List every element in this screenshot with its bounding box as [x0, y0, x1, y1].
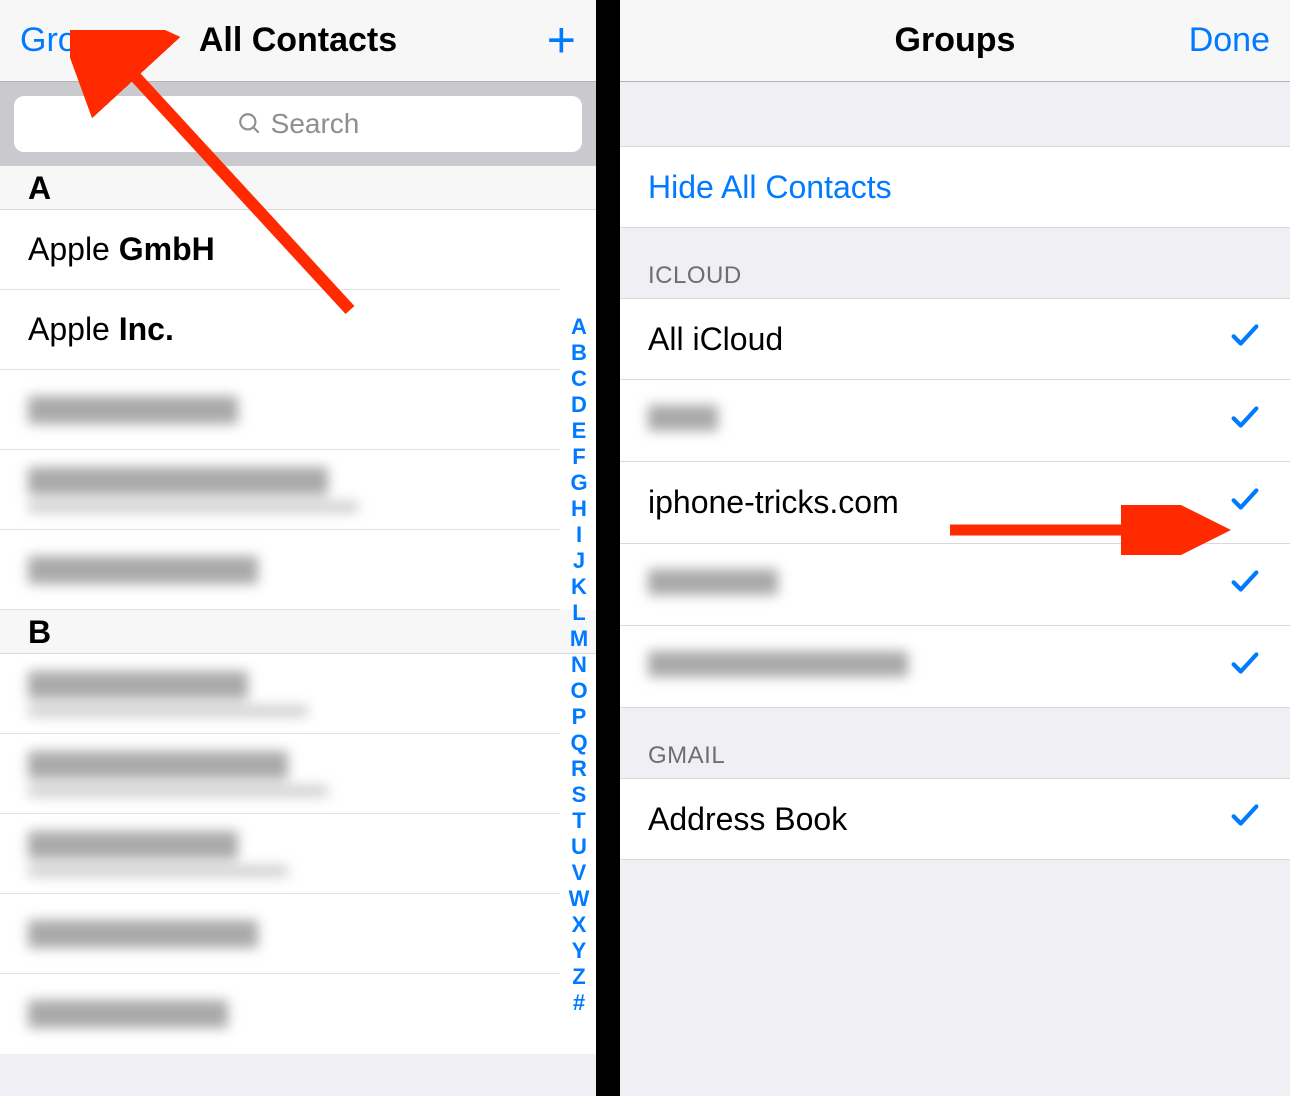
hide-all-label: Hide All Contacts [648, 169, 892, 206]
redacted-contact [28, 396, 238, 424]
checkmark-icon [1228, 482, 1262, 524]
redacted-contact [28, 831, 288, 877]
index-letter[interactable]: O [570, 678, 587, 704]
checkmark-icon [1228, 646, 1262, 688]
contact-row[interactable] [0, 370, 560, 450]
index-letter[interactable]: # [573, 990, 585, 1016]
contact-row[interactable] [0, 974, 560, 1054]
group-row-all-icloud[interactable]: All iCloud [620, 298, 1290, 380]
index-letter[interactable]: D [571, 392, 587, 418]
group-label-redacted [648, 648, 908, 685]
index-letter[interactable]: Y [572, 938, 587, 964]
index-letter[interactable]: X [572, 912, 587, 938]
index-letter[interactable]: G [570, 470, 587, 496]
index-letter[interactable]: E [572, 418, 587, 444]
group-label-redacted [648, 566, 778, 603]
index-letter[interactable]: B [571, 340, 587, 366]
index-letter[interactable]: L [572, 600, 585, 626]
group-row-address-book[interactable]: Address Book [620, 778, 1290, 860]
index-letter[interactable]: P [572, 704, 587, 730]
redacted-contact [28, 467, 358, 513]
group-row[interactable] [620, 380, 1290, 462]
index-letter[interactable]: S [572, 782, 587, 808]
section-header-a: A [0, 166, 596, 210]
checkmark-icon [1228, 564, 1262, 606]
index-letter[interactable]: Z [572, 964, 585, 990]
group-label: iphone-tricks.com [648, 484, 899, 521]
index-letter[interactable]: M [570, 626, 588, 652]
contact-row[interactable] [0, 814, 560, 894]
group-row-iphone-tricks[interactable]: iphone-tricks.com [620, 462, 1290, 544]
group-row[interactable] [620, 544, 1290, 626]
index-letter[interactable]: W [569, 886, 590, 912]
redacted-contact [28, 1000, 228, 1028]
contact-row[interactable]: Apple GmbH [0, 210, 560, 290]
contact-row[interactable] [0, 734, 560, 814]
checkmark-icon [1228, 400, 1262, 442]
plus-icon: + [547, 12, 576, 68]
index-letter[interactable]: F [572, 444, 585, 470]
contact-name: Apple GmbH [28, 231, 215, 268]
group-label-redacted [648, 402, 718, 439]
navbar-groups: Groups Done [620, 0, 1290, 82]
index-letter[interactable]: R [571, 756, 587, 782]
contact-row[interactable]: Apple Inc. [0, 290, 560, 370]
redacted-contact [28, 751, 328, 797]
redacted-contact [28, 671, 308, 717]
search-placeholder: Search [271, 108, 360, 140]
checkmark-icon [1228, 798, 1262, 840]
index-letter[interactable]: I [576, 522, 582, 548]
redacted-contact [28, 556, 258, 584]
done-button[interactable]: Done [1189, 21, 1270, 60]
section-header-b: B [0, 610, 596, 654]
add-contact-button[interactable]: + [547, 15, 576, 66]
contact-name: Apple Inc. [28, 311, 174, 348]
index-letter[interactable]: A [571, 314, 587, 340]
redacted-contact [28, 920, 258, 948]
pane-divider [596, 0, 620, 1096]
contacts-list[interactable]: A Apple GmbH Apple Inc. B [0, 166, 596, 1054]
contact-row[interactable] [0, 894, 560, 974]
groups-screen: Groups Done Hide All Contacts ICLOUD All… [620, 0, 1290, 1096]
index-letter[interactable]: U [571, 834, 587, 860]
contact-row[interactable] [0, 450, 560, 530]
index-letter[interactable]: K [571, 574, 587, 600]
section-header-icloud: ICLOUD [620, 228, 1290, 298]
index-letter[interactable]: T [572, 808, 585, 834]
contacts-screen: Groups All Contacts + Search A Apple Gmb… [0, 0, 596, 1096]
contact-row[interactable] [0, 654, 560, 734]
search-input[interactable]: Search [14, 96, 582, 152]
index-letter[interactable]: H [571, 496, 587, 522]
search-bar-container: Search [0, 82, 596, 166]
search-icon [237, 111, 263, 137]
group-label: Address Book [648, 801, 847, 838]
index-letter[interactable]: J [573, 548, 585, 574]
alpha-index[interactable]: ABCDEFGHIJKLMNOPQRSTUVWXYZ# [564, 244, 594, 1086]
index-letter[interactable]: V [572, 860, 587, 886]
index-letter[interactable]: Q [570, 730, 587, 756]
hide-all-contacts-button[interactable]: Hide All Contacts [620, 146, 1290, 228]
section-header-gmail: GMAIL [620, 708, 1290, 778]
index-letter[interactable]: C [571, 366, 587, 392]
groups-back-button[interactable]: Groups [20, 21, 132, 60]
navbar-contacts: Groups All Contacts + [0, 0, 596, 82]
checkmark-icon [1228, 318, 1262, 360]
group-row[interactable] [620, 626, 1290, 708]
index-letter[interactable]: N [571, 652, 587, 678]
group-label: All iCloud [648, 321, 783, 358]
contact-row[interactable] [0, 530, 560, 610]
